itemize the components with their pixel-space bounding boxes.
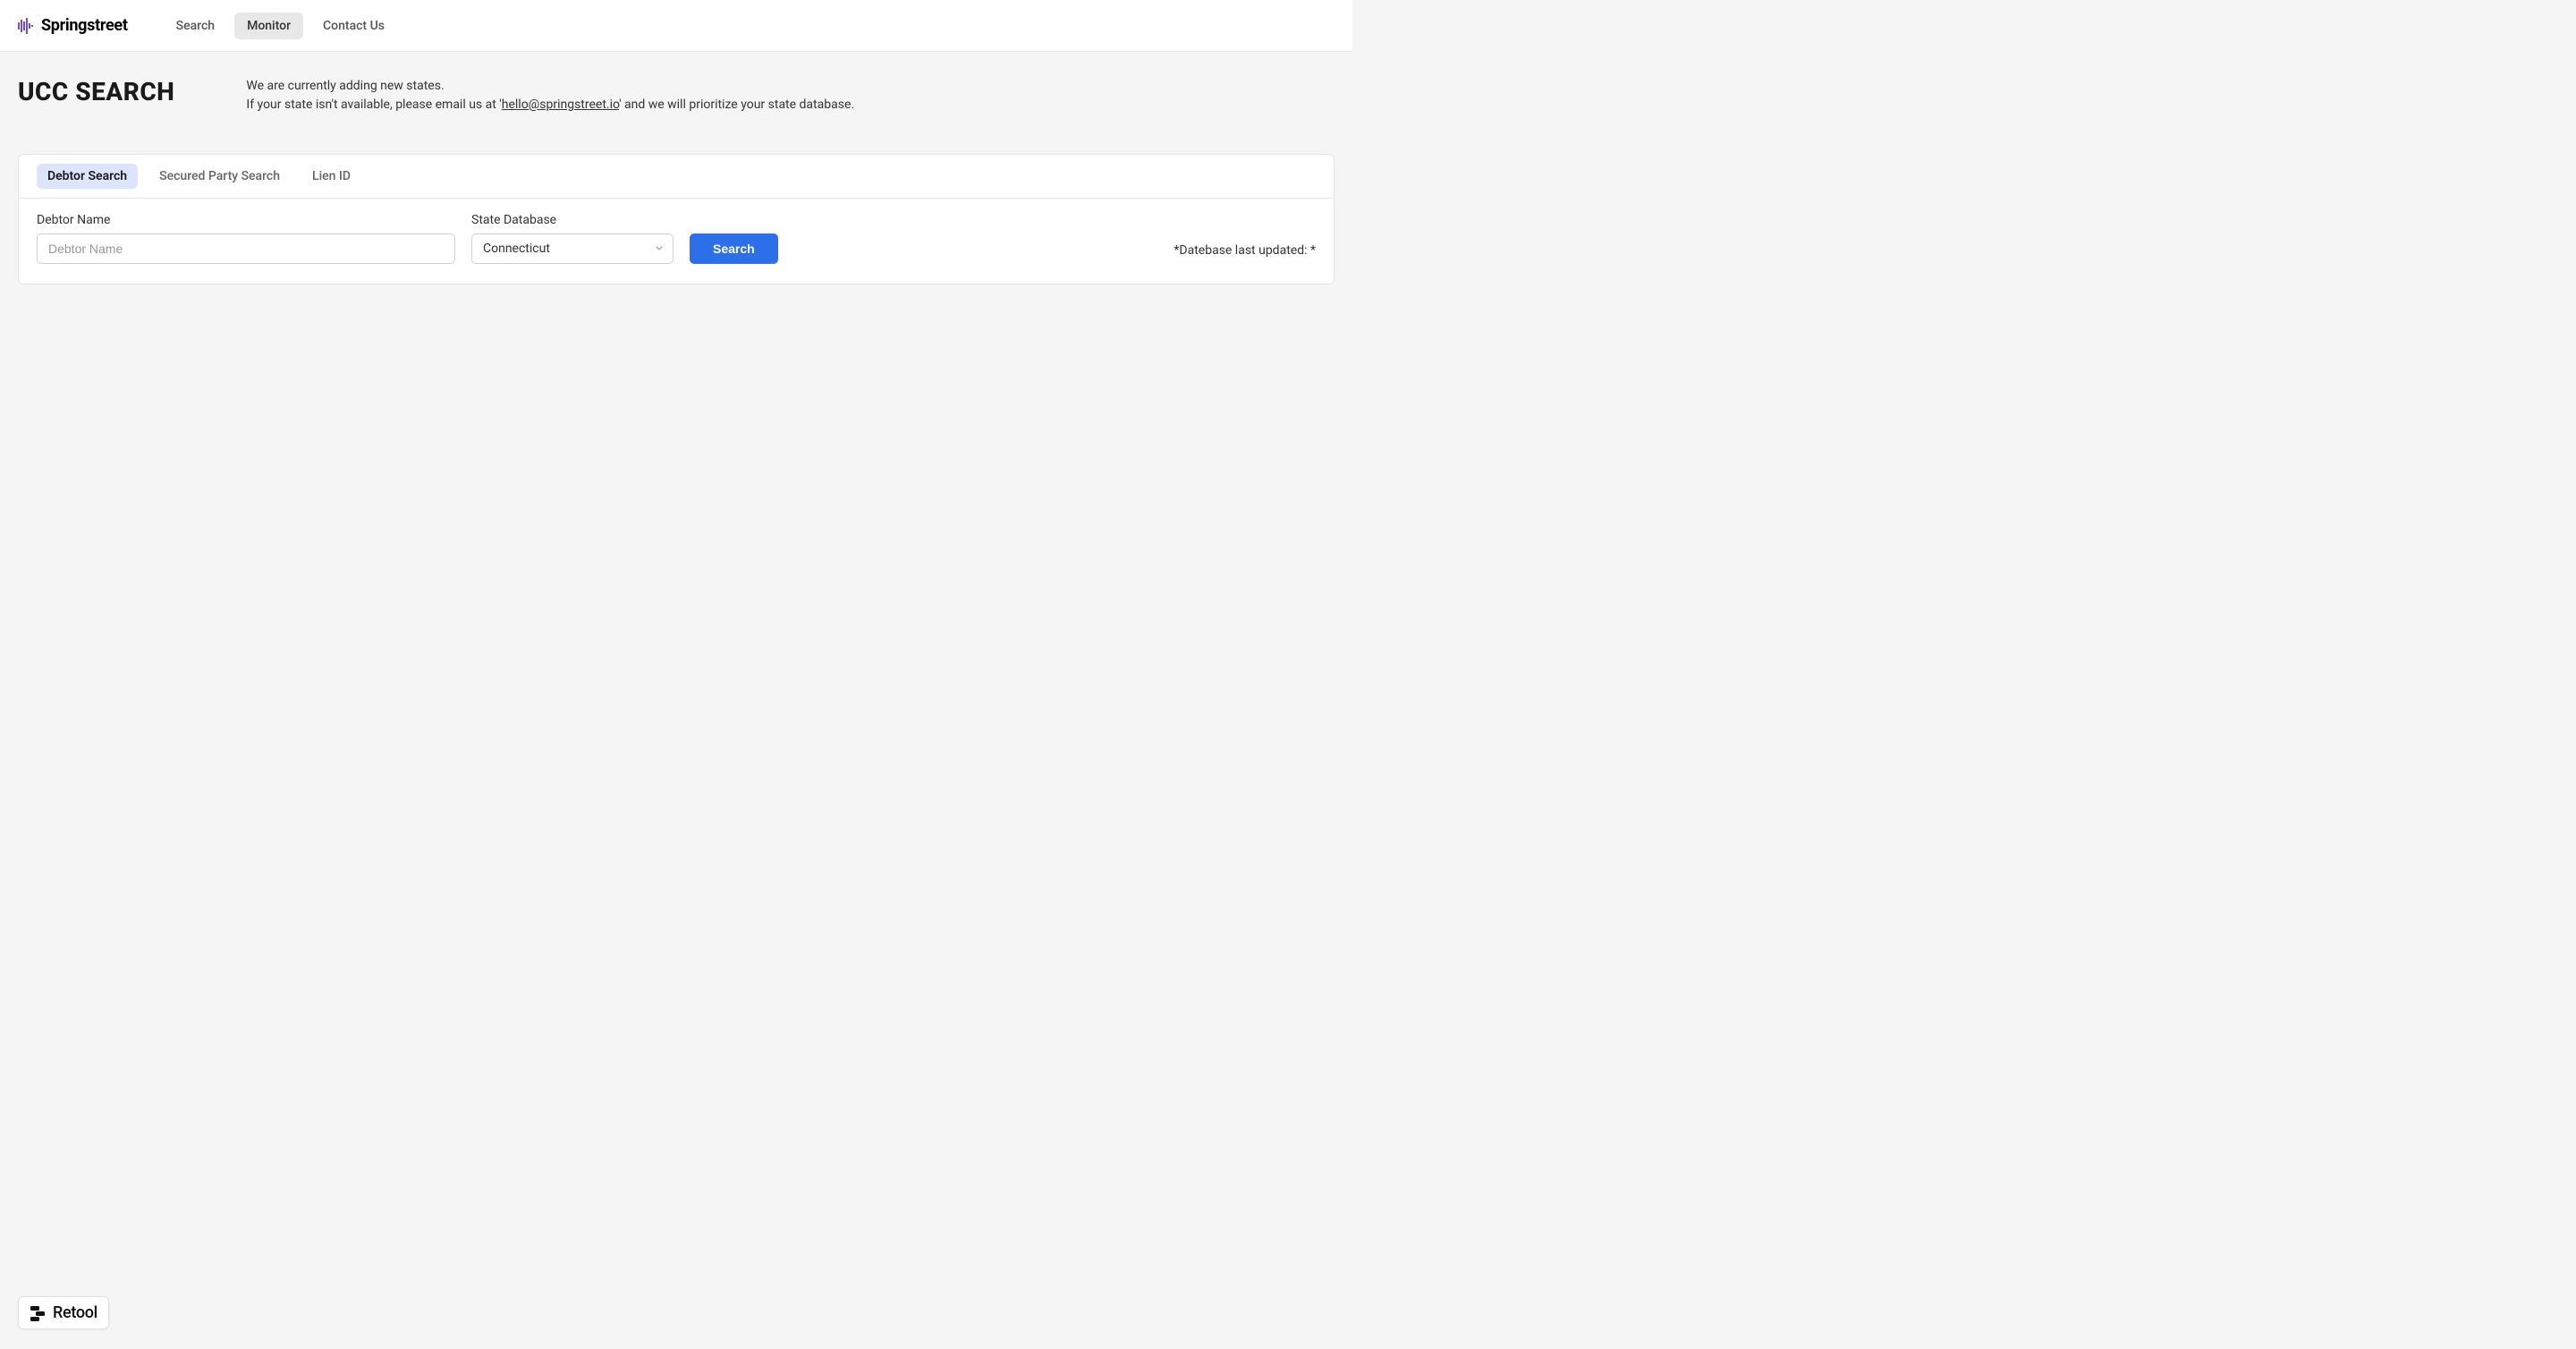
state-database-selected-value: Connecticut bbox=[471, 233, 674, 264]
state-database-label: State Database bbox=[471, 213, 674, 227]
main-content: UCC SEARCH We are currently adding new s… bbox=[0, 52, 1352, 310]
page-description: We are currently adding new states. If y… bbox=[246, 77, 854, 115]
brand-logo[interactable]: Springstreet bbox=[18, 16, 128, 35]
tab-secured-party-search[interactable]: Secured Party Search bbox=[148, 164, 291, 189]
retool-badge-text: Retool bbox=[53, 1303, 97, 1322]
retool-logo-icon bbox=[30, 1305, 46, 1321]
app-header: Springstreet Search Monitor Contact Us bbox=[0, 0, 1352, 52]
contact-email-link[interactable]: hello@springstreet.io bbox=[502, 98, 619, 112]
nav-item-contact-us[interactable]: Contact Us bbox=[310, 13, 397, 39]
description-line-1: We are currently adding new states. bbox=[246, 77, 854, 96]
search-button[interactable]: Search bbox=[690, 233, 778, 264]
tab-lien-id[interactable]: Lien ID bbox=[301, 164, 361, 189]
state-database-select[interactable]: Connecticut bbox=[471, 233, 674, 264]
page-header: UCC SEARCH We are currently adding new s… bbox=[18, 77, 1335, 115]
main-nav: Search Monitor Contact Us bbox=[164, 13, 397, 39]
tab-debtor-search[interactable]: Debtor Search bbox=[37, 164, 138, 189]
nav-item-search[interactable]: Search bbox=[164, 13, 227, 39]
debtor-name-field: Debtor Name bbox=[37, 213, 455, 264]
search-tabs: Debtor Search Secured Party Search Lien … bbox=[19, 155, 1334, 199]
springstreet-logo-icon bbox=[18, 17, 36, 35]
debtor-name-input[interactable] bbox=[37, 233, 455, 264]
retool-badge[interactable]: Retool bbox=[18, 1296, 109, 1329]
page-title: UCC SEARCH bbox=[18, 77, 174, 115]
state-database-field: State Database Connecticut bbox=[471, 213, 674, 264]
nav-item-monitor[interactable]: Monitor bbox=[234, 13, 303, 39]
search-card: Debtor Search Secured Party Search Lien … bbox=[18, 154, 1335, 284]
description-line-2: If your state isn't available, please em… bbox=[246, 96, 854, 115]
search-form: Debtor Name State Database Connecticut S… bbox=[19, 199, 1334, 284]
brand-name: Springstreet bbox=[41, 16, 128, 35]
last-updated-label: *Datebase last updated: * bbox=[1174, 243, 1316, 264]
debtor-name-label: Debtor Name bbox=[37, 213, 455, 227]
